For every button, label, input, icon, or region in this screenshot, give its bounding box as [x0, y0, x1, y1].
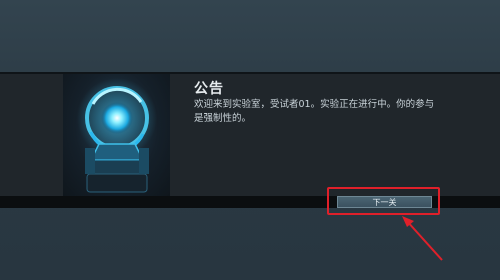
glowing-orb-device-icon — [63, 74, 170, 196]
announcement-message: 欢迎来到实验室，受试者01。实验正在进行中。你的参与是强制性的。 — [194, 99, 435, 124]
announcement-title: 公告 — [194, 81, 224, 97]
highlight-annotation — [327, 187, 440, 215]
game-screen: 公告 欢迎来到实验室，受试者01。实验正在进行中。你的参与是强制性的。 下一关 — [0, 0, 500, 280]
red-arrow-icon — [398, 212, 448, 268]
